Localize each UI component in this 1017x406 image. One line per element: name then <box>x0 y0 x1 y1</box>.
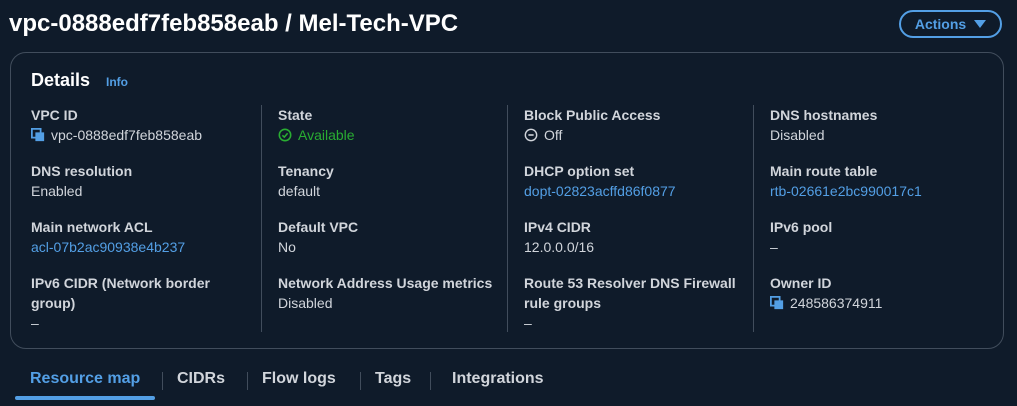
field-label: DNS resolution <box>31 163 133 179</box>
copy-icon[interactable] <box>31 128 45 142</box>
page-title: vpc-0888edf7feb858eab / Mel-Tech-VPC <box>9 10 459 37</box>
tenancy-field: Tenancy default <box>278 161 518 201</box>
field-value: Enabled <box>31 183 83 199</box>
field-value: – <box>524 315 532 331</box>
active-tab-indicator <box>15 396 155 400</box>
field-label: IPv6 pool <box>770 219 833 235</box>
vpc-id-value: vpc-0888edf7feb858eab <box>31 125 271 145</box>
tab-resource-map[interactable]: Resource map <box>30 370 140 388</box>
nau-metrics-field: Network Address Usage metrics Disabled <box>278 273 518 313</box>
block-public-access-value: Off <box>524 125 764 145</box>
field-label: rule groups <box>524 295 602 311</box>
tab-separator <box>360 372 361 390</box>
field-value: vpc-0888edf7feb858eab <box>51 127 203 143</box>
field-value: Off <box>544 127 563 143</box>
info-link[interactable]: Info <box>106 75 128 89</box>
field-label: Main network ACL <box>31 219 153 235</box>
field-value: default <box>278 183 321 199</box>
route53-firewall-field: Route 53 Resolver DNS Firewall rule grou… <box>524 273 764 333</box>
tab-integrations[interactable]: Integrations <box>452 370 544 388</box>
check-circle-icon <box>278 128 292 142</box>
tab-separator <box>247 372 248 390</box>
field-value: 248586374911 <box>790 295 883 311</box>
field-label: IPv4 CIDR <box>524 219 591 235</box>
ipv6-cidr-field: IPv6 CIDR (Network border group) – <box>31 273 271 333</box>
page-header: vpc-0888edf7feb858eab / Mel-Tech-VPC Act… <box>0 0 1017 52</box>
acl-link[interactable]: acl-07b2ac90938e4b237 <box>31 237 271 257</box>
field-label: Main route table <box>770 163 878 179</box>
dhcp-option-set-field: DHCP option set dopt-02823acffd86f0877 <box>524 161 764 201</box>
caret-down-icon <box>974 20 987 28</box>
column-divider <box>261 105 262 332</box>
block-public-access-field: Block Public Access Off <box>524 105 764 145</box>
route-table-link[interactable]: rtb-02661e2bc990017c1 <box>770 181 1010 201</box>
tab-tags[interactable]: Tags <box>375 370 411 388</box>
field-label: VPC ID <box>31 107 78 123</box>
details-title: Details <box>31 70 91 90</box>
field-label: Default VPC <box>278 219 359 235</box>
tab-cidrs[interactable]: CIDRs <box>177 370 225 388</box>
owner-id-field: Owner ID 248586374911 <box>770 273 1010 313</box>
field-value: – <box>31 315 39 331</box>
field-value: Disabled <box>770 127 825 143</box>
field-label: State <box>278 107 313 123</box>
default-vpc-field: Default VPC No <box>278 217 518 257</box>
field-label: DHCP option set <box>524 163 635 179</box>
state-field: State Available <box>278 105 518 145</box>
field-value: Available <box>298 127 355 143</box>
minus-circle-icon <box>524 128 538 142</box>
column-divider <box>507 105 508 332</box>
field-label: Route 53 Resolver DNS Firewall <box>524 275 736 291</box>
tab-separator <box>430 372 431 390</box>
tab-separator <box>162 372 163 390</box>
tab-flow-logs[interactable]: Flow logs <box>262 370 336 388</box>
field-value: Disabled <box>278 295 333 311</box>
field-value: – <box>770 239 778 255</box>
main-network-acl-field: Main network ACL acl-07b2ac90938e4b237 <box>31 217 271 257</box>
owner-id-value: 248586374911 <box>770 293 1010 313</box>
field-label: DNS hostnames <box>770 107 878 123</box>
copy-icon[interactable] <box>770 296 784 310</box>
dhcp-link[interactable]: dopt-02823acffd86f0877 <box>524 181 764 201</box>
field-label: Tenancy <box>278 163 334 179</box>
field-label: group) <box>31 295 76 311</box>
ipv6-pool-field: IPv6 pool – <box>770 217 1010 257</box>
field-value: 12.0.0.0/16 <box>524 239 595 255</box>
field-value: No <box>278 239 296 255</box>
field-label: Owner ID <box>770 275 832 291</box>
tab-bar: Resource map CIDRs Flow logs Tags Integr… <box>10 366 1017 406</box>
actions-button[interactable]: Actions <box>899 10 1002 38</box>
dns-hostnames-field: DNS hostnames Disabled <box>770 105 1010 145</box>
actions-label: Actions <box>914 16 967 32</box>
field-label: IPv6 CIDR (Network border <box>31 275 210 291</box>
field-label: Block Public Access <box>524 107 661 123</box>
dns-resolution-field: DNS resolution Enabled <box>31 161 271 201</box>
main-route-table-field: Main route table rtb-02661e2bc990017c1 <box>770 161 1010 201</box>
state-value: Available <box>278 125 518 145</box>
details-panel: Details Info VPC ID vpc-0888edf7feb858ea… <box>10 52 1004 349</box>
field-label: Network Address Usage metrics <box>278 275 493 291</box>
vpc-id-field: VPC ID vpc-0888edf7feb858eab <box>31 105 271 145</box>
ipv4-cidr-field: IPv4 CIDR 12.0.0.0/16 <box>524 217 764 257</box>
column-divider <box>753 105 754 332</box>
